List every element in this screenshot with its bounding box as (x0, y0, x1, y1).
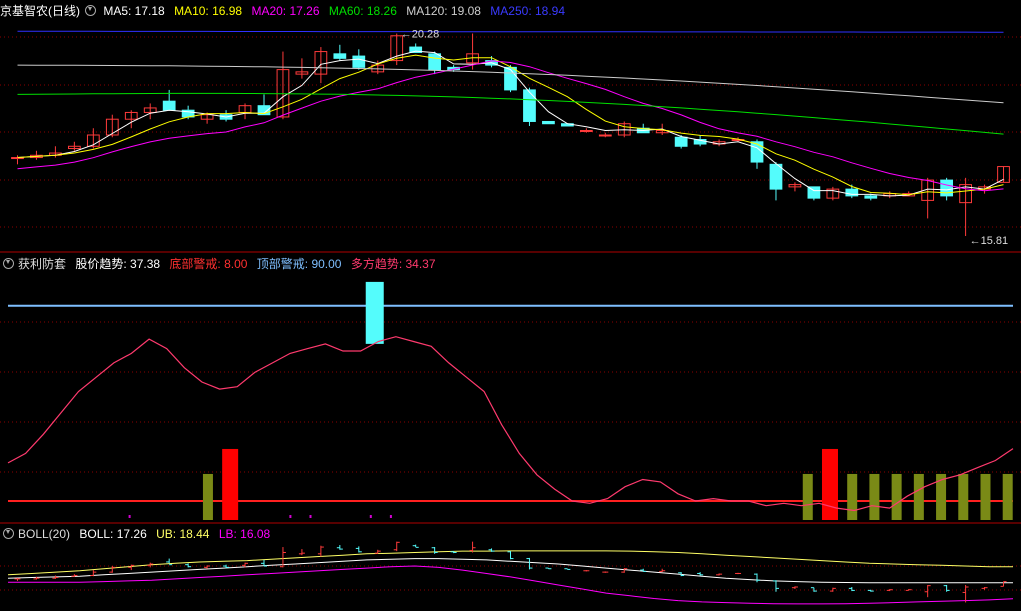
olive-bar (802, 473, 813, 520)
candle-body (352, 55, 366, 68)
top-warning-label: 顶部警戒: 90.00 (256, 257, 342, 271)
indicator-title: 获利防套 (18, 257, 67, 271)
signal-tick (309, 515, 312, 518)
boll-mid-line (7, 558, 1013, 584)
ma60-label: MA60: 18.26 (328, 4, 397, 18)
candle-body (542, 120, 555, 125)
multi-trend-label: 多方趋势: 34.37 (350, 257, 436, 271)
olive-bar (202, 473, 213, 520)
dropdown-icon[interactable] (3, 528, 14, 539)
ma60-line (17, 92, 1004, 135)
signal-tick (289, 515, 292, 518)
boll-header: BOLL(20) BOLL: 17.26 UB: 18.44 LB: 16.08 (0, 525, 276, 543)
ma10-label: MA10: 16.98 (174, 4, 243, 18)
top-alert-bar (365, 281, 384, 344)
candle-body (940, 179, 954, 197)
olive-bar (980, 473, 991, 520)
olive-bar (958, 473, 969, 520)
trend-line (7, 336, 1014, 512)
signal-tick (128, 515, 131, 518)
stock-title: 京基智农(日线) (0, 4, 80, 18)
red-alert-bar (821, 448, 838, 520)
kline-header: 京基智农(日线) MA5: 17.18 MA10: 16.98 MA20: 17… (0, 2, 571, 20)
ma250-label: MA250: 18.94 (490, 4, 566, 18)
signal-tick (389, 515, 392, 518)
low-price-label: ←15.81 (970, 235, 1009, 247)
ma20-label: MA20: 17.26 (251, 4, 320, 18)
olive-bar (847, 473, 858, 520)
candle-body (523, 89, 536, 122)
boll-lb-label: LB: 16.08 (218, 527, 271, 541)
candle-body (428, 53, 442, 71)
olive-bar (1002, 473, 1013, 520)
ma120-label: MA120: 19.08 (406, 4, 481, 18)
signal-tick (369, 515, 372, 518)
olive-bar (913, 473, 924, 520)
candle-body (579, 129, 593, 132)
candle-body (674, 136, 688, 147)
candle-body (333, 53, 347, 59)
ma5-label: MA5: 17.18 (103, 4, 165, 18)
ma250-line (17, 30, 1004, 33)
candle-body (750, 141, 764, 163)
dropdown-icon[interactable] (85, 5, 96, 16)
candle-body (504, 66, 517, 91)
boll-ub-label: UB: 18.44 (156, 527, 210, 541)
boll-title: BOLL(20) (18, 527, 71, 541)
candle-body (162, 100, 176, 111)
red-alert-bar (222, 448, 239, 520)
candle-body (864, 195, 878, 199)
chart-canvas: ←20.28 ←15.81 (0, 29, 1021, 605)
olive-bar (869, 473, 880, 520)
indicator-header: 获利防套 股价趋势: 37.38 底部警戒: 8.00 顶部警戒: 90.00 … (0, 255, 442, 273)
candle-body (598, 134, 612, 137)
trend-label: 股价趋势: 37.38 (75, 257, 161, 271)
olive-bar (891, 473, 902, 520)
dropdown-icon[interactable] (3, 258, 14, 269)
candle-body (769, 163, 783, 190)
boll-mid-label: BOLL: 17.26 (79, 527, 147, 541)
bottom-warning-label: 底部警戒: 8.00 (169, 257, 248, 271)
high-price-label: ←20.28 (401, 29, 440, 41)
